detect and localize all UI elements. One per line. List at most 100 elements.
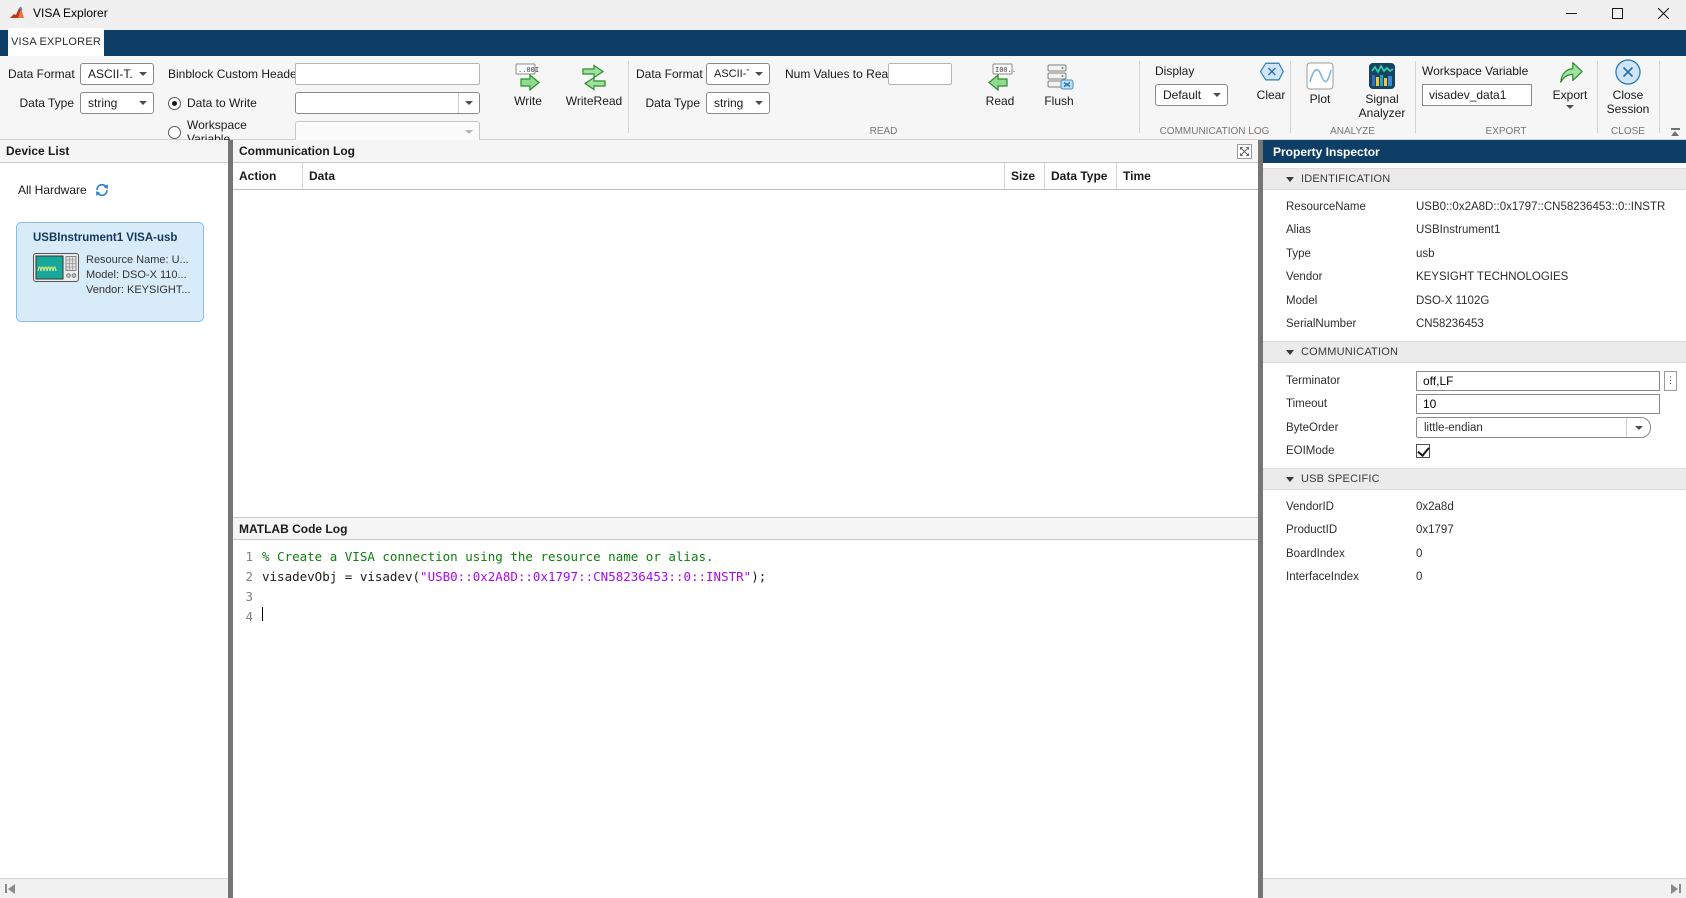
refresh-icon[interactable] (94, 182, 110, 198)
data-to-write-radio[interactable] (168, 97, 181, 110)
section-usb-specific[interactable]: USB SPECIFIC (1263, 468, 1686, 490)
matlab-code-log-header: MATLAB Code Log (233, 517, 1258, 540)
write-button[interactable]: ..00I Write (502, 56, 554, 108)
read-data-type-label: Data Type (636, 96, 700, 110)
device-list-title: Device List (6, 144, 69, 158)
device-list-horizontal-scrollbar[interactable] (0, 878, 228, 898)
scroll-left-stepper[interactable] (0, 884, 20, 894)
tab-strip-background (0, 30, 1686, 56)
collapse-triangle-icon (1286, 477, 1294, 482)
property-row: Vendor KEYSIGHT TECHNOLOGIES (1263, 266, 1686, 290)
property-row: BoardIndex 0 (1263, 542, 1686, 566)
column-header-action[interactable]: Action (233, 163, 303, 189)
writeread-button[interactable]: WriteRead (560, 56, 628, 108)
write-data-type-dropdown[interactable]: string (80, 92, 154, 114)
property-row-timeout: Timeout (1263, 393, 1686, 417)
property-inspector-header: Property Inspector (1263, 140, 1686, 163)
line-number: 2 (233, 567, 253, 587)
section-communication[interactable]: COMMUNICATION (1263, 341, 1686, 363)
device-card-usbinstrument1[interactable]: USBInstrument1 VISA-usb Resource Name: U… (16, 222, 204, 322)
collapse-triangle-icon (1286, 177, 1294, 182)
write-data-format-dropdown[interactable]: ASCII-T... (80, 63, 154, 85)
device-model: Model: DSO-X 110... (86, 268, 191, 283)
inspector-horizontal-scrollbar[interactable] (1263, 878, 1686, 898)
property-row-byteorder: ByteOrder little-endian (1263, 416, 1686, 440)
matlab-code-log-title: MATLAB Code Log (239, 522, 347, 536)
minimize-button[interactable] (1548, 0, 1594, 26)
property-inspector-title: Property Inspector (1273, 145, 1380, 159)
code-line: 2 visadevObj = visadev("USB0::0x2A8D::0x… (233, 567, 1258, 587)
communication-log-table-body (233, 190, 1258, 517)
communication-log-group: Display Default Clear COMMUNICATION LOG (1139, 56, 1290, 140)
binblock-header-input[interactable] (295, 63, 480, 85)
terminator-input[interactable] (1416, 371, 1660, 391)
num-values-label: Num Values to Read (785, 67, 882, 81)
window-title: VISA Explorer (33, 6, 108, 20)
chevron-down-icon (1566, 105, 1574, 109)
line-number: 3 (233, 587, 253, 607)
communication-log-title: Communication Log (239, 144, 355, 158)
read-button[interactable]: I00.. Read (978, 56, 1022, 108)
code-editor[interactable]: 1 % Create a VISA connection using the r… (233, 540, 1258, 627)
collapse-up-icon (1671, 131, 1679, 136)
section-identification[interactable]: IDENTIFICATION (1263, 168, 1686, 190)
chevron-down-button[interactable] (458, 93, 479, 113)
byteorder-dropdown[interactable]: little-endian (1416, 417, 1651, 438)
display-dropdown[interactable]: Default (1155, 84, 1228, 106)
read-data-format-dropdown[interactable]: ASCII-T... (706, 63, 770, 85)
eoimode-checkbox[interactable] (1416, 444, 1430, 458)
code-line: 3 (233, 587, 1258, 607)
chevron-down-icon (139, 72, 147, 76)
export-workspace-variable-label: Workspace Variable (1422, 63, 1532, 79)
svg-text:..00I: ..00I (518, 66, 539, 74)
code-comment: % Create a VISA connection using the res… (253, 547, 714, 567)
property-row-eoimode: EOIMode (1263, 440, 1686, 464)
chevron-down-button[interactable] (1626, 418, 1650, 437)
flush-button[interactable]: Flush (1038, 56, 1080, 108)
column-header-data[interactable]: Data (303, 163, 1005, 189)
chevron-down-icon (1213, 93, 1221, 97)
device-name: USBInstrument1 VISA-usb (33, 232, 195, 244)
read-data-type-dropdown[interactable]: string (706, 92, 770, 114)
clear-icon (1257, 58, 1285, 86)
read-section-label: READ (628, 126, 1139, 140)
chevron-down-icon (755, 101, 763, 105)
export-group: Workspace Variable Export EXPORT (1415, 56, 1597, 140)
scroll-right-stepper[interactable] (1666, 884, 1686, 894)
write-data-format-label: Data Format (8, 67, 74, 81)
data-to-write-label: Data to Write (187, 96, 257, 110)
maximize-button[interactable] (1594, 0, 1640, 26)
close-session-button[interactable]: Close Session (1600, 56, 1656, 116)
property-row: Model DSO-X 1102G (1263, 289, 1686, 313)
communication-log-table-header: Action Data Size Data Type Time (233, 163, 1258, 190)
clear-button[interactable]: Clear (1252, 56, 1290, 102)
close-button[interactable] (1640, 0, 1686, 26)
chevron-down-icon (755, 72, 763, 76)
read-group: Data Format ASCII-T... Data Type string (628, 56, 1139, 140)
column-header-time[interactable]: Time (1117, 163, 1258, 189)
close-section-label: CLOSE (1597, 126, 1659, 140)
device-vendor: Vendor: KEYSIGHT... (86, 283, 191, 298)
property-row-terminator: Terminator ⋮ (1263, 369, 1686, 393)
property-row: ResourceName USB0::0x2A8D::0x1797::CN582… (1263, 195, 1686, 219)
write-icon: ..00I (513, 62, 543, 92)
workspace-variable-radio[interactable] (168, 126, 181, 139)
center-panel: Communication Log Action Data Size Data … (233, 140, 1258, 898)
write-data-type-label: Data Type (8, 96, 74, 110)
plot-icon (1306, 62, 1334, 90)
column-header-data-type[interactable]: Data Type (1045, 163, 1117, 189)
terminator-options-button[interactable]: ⋮ (1664, 371, 1677, 391)
tab-visa-explorer[interactable]: VISA EXPLORER (8, 28, 104, 56)
line-number: 4 (233, 607, 253, 627)
communication-log-header: Communication Log (233, 140, 1258, 163)
export-button[interactable]: Export (1546, 56, 1594, 109)
expand-panel-icon[interactable] (1237, 144, 1252, 159)
timeout-input[interactable] (1416, 394, 1660, 414)
num-values-input[interactable] (888, 63, 952, 85)
data-to-write-combobox[interactable] (295, 92, 480, 114)
column-header-size[interactable]: Size (1005, 163, 1045, 189)
minimize-toolstrip-button[interactable] (1669, 128, 1681, 136)
export-workspace-variable-input[interactable] (1422, 84, 1532, 106)
signal-analyzer-button[interactable]: Signal Analyzer (1354, 56, 1410, 120)
plot-button[interactable]: Plot (1300, 56, 1340, 106)
